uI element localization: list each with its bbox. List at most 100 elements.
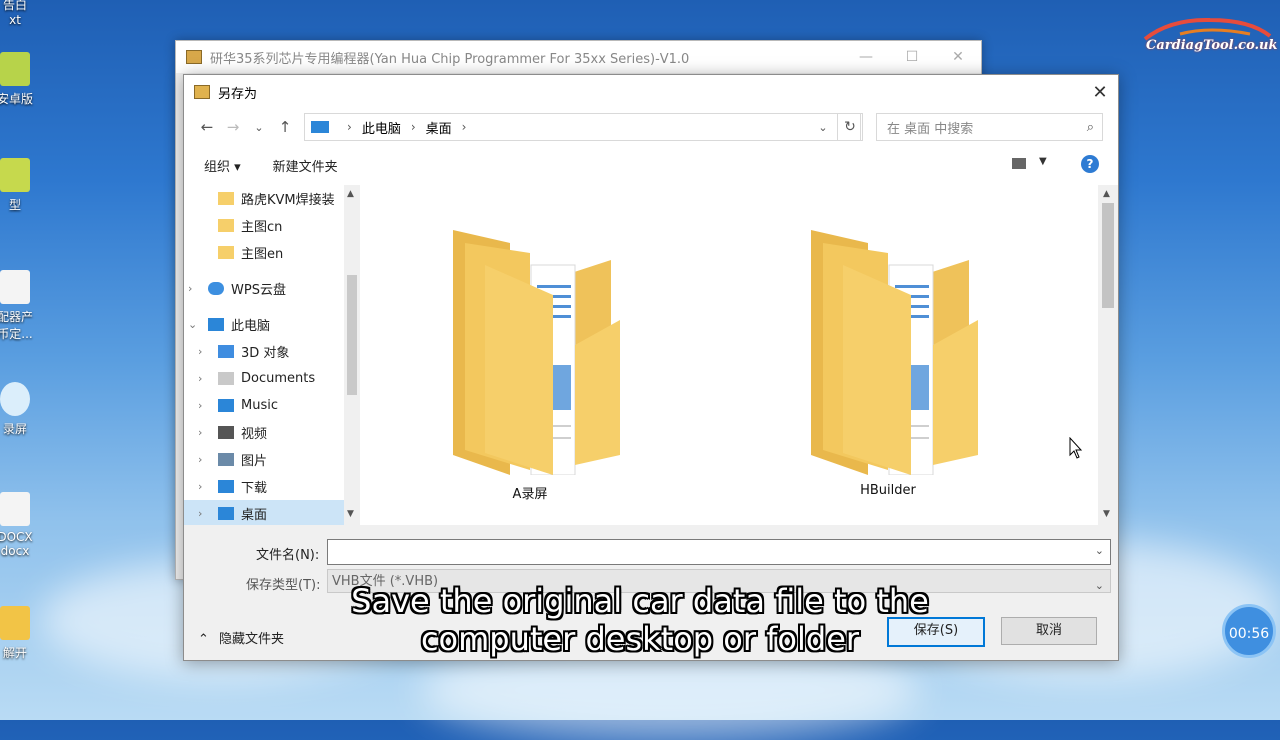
recording-timer[interactable]: 00:56: [1222, 604, 1276, 658]
brand-logo: CardiagTool.co.uk: [1140, 14, 1278, 60]
dialog-title: 另存为: [218, 86, 258, 102]
navigation-bar: ← → ⌄ ↑ › 此电脑 › 桌面 › ⌄ ↻ 在 桌面 中搜索 ⌕: [184, 109, 1118, 145]
expand-chevron-icon[interactable]: ›: [198, 507, 218, 520]
filename-dropdown-icon[interactable]: ⌄: [1095, 544, 1104, 557]
nav-item-label: 主图en: [241, 246, 284, 262]
music-icon: [218, 398, 234, 412]
nav-scrollbar[interactable]: ▲ ▼: [344, 185, 360, 525]
breadcrumb-separator: ›: [347, 120, 352, 134]
browser-area: 路虎KVM焊接装 主图cn 主图en › WPS云盘 ⌄ 此电脑 › 3D 对象 › Documen…: [184, 185, 1118, 526]
desktop-icon-label: 告白: [2, 0, 27, 12]
nav-item[interactable]: › 视频: [184, 419, 344, 445]
back-arrow-icon[interactable]: ←: [194, 118, 220, 136]
desktop-icon-item[interactable]: 录屏: [0, 382, 40, 437]
nav-item-label: 桌面: [241, 507, 268, 523]
nav-item[interactable]: 主图en: [184, 239, 344, 265]
expand-chevron-icon[interactable]: ›: [198, 453, 218, 466]
folder-icon: [218, 218, 234, 232]
scroll-down-icon[interactable]: ▼: [347, 509, 354, 519]
address-bar[interactable]: › 此电脑 › 桌面 › ⌄: [304, 113, 861, 141]
recent-locations-icon[interactable]: ⌄: [246, 121, 272, 134]
expand-chevron-icon[interactable]: ›: [198, 345, 218, 358]
address-dropdown-icon[interactable]: ⌄: [811, 120, 834, 134]
desktop-icon-item[interactable]: DOCX docx: [0, 492, 40, 558]
nav-item[interactable]: › 桌面: [184, 500, 344, 526]
up-arrow-icon[interactable]: ↑: [272, 118, 298, 136]
expand-chevron-icon[interactable]: ›: [198, 480, 218, 493]
search-input[interactable]: 在 桌面 中搜索 ⌕: [876, 113, 1103, 141]
nav-item[interactable]: 主图cn: [184, 212, 344, 238]
help-icon[interactable]: ?: [1081, 155, 1099, 173]
filename-input[interactable]: ⌄: [327, 539, 1111, 565]
pc-icon: [208, 317, 224, 331]
scroll-down-icon[interactable]: ▼: [1103, 509, 1110, 519]
desktop-icon-label: 币定...: [0, 327, 33, 341]
search-placeholder: 在 桌面 中搜索: [887, 121, 974, 137]
video-icon: [218, 425, 234, 439]
nav-item[interactable]: › 3D 对象: [184, 338, 344, 364]
breadcrumb-this-pc[interactable]: 此电脑: [362, 118, 401, 137]
view-options-icon[interactable]: [1012, 158, 1026, 169]
maximize-button[interactable]: ☐: [889, 49, 935, 65]
nav-item-label: 图片: [241, 453, 268, 469]
content-scroll-thumb[interactable]: [1102, 203, 1114, 308]
logo-text: CardiagTool.co.uk: [1146, 38, 1278, 53]
document-icon: [0, 492, 30, 526]
nav-item-label: WPS云盘: [231, 282, 286, 298]
organize-menu[interactable]: 组织 ▾: [204, 156, 241, 175]
3d-icon: [218, 344, 234, 358]
pc-icon: [311, 121, 329, 133]
desktop-icon-label: 配器产: [0, 310, 33, 324]
nav-item[interactable]: 路虎KVM焊接装: [184, 185, 344, 211]
document-icon: [218, 371, 234, 385]
nav-item-label: 3D 对象: [241, 345, 290, 361]
programmer-title: 研华35系列芯片专用编程器(Yan Hua Chip Programmer Fo…: [210, 51, 690, 67]
scroll-up-icon[interactable]: ▲: [347, 189, 354, 199]
nav-item[interactable]: › Documents: [184, 365, 344, 391]
nav-item[interactable]: ⌄ 此电脑: [184, 311, 344, 337]
folder-item[interactable]: A录屏: [435, 225, 625, 502]
download-icon: [218, 479, 234, 493]
nav-item[interactable]: › WPS云盘: [184, 275, 344, 301]
mouse-cursor-icon: [1069, 437, 1083, 459]
expand-chevron-icon[interactable]: ›: [198, 372, 218, 385]
close-button[interactable]: ✕: [935, 49, 981, 65]
document-icon: [0, 270, 30, 304]
desktop-icon-item[interactable]: 安卓版: [0, 52, 40, 107]
nav-item[interactable]: › 图片: [184, 446, 344, 472]
desktop-icon-item[interactable]: 告白 xt: [0, 0, 40, 27]
breadcrumb-desktop[interactable]: 桌面: [426, 118, 452, 137]
content-scrollbar[interactable]: ▲ ▼: [1098, 185, 1118, 525]
forward-arrow-icon[interactable]: →: [220, 118, 246, 136]
refresh-icon[interactable]: ↻: [837, 113, 863, 141]
expand-chevron-icon[interactable]: ›: [198, 426, 218, 439]
nav-item[interactable]: › 下载: [184, 473, 344, 499]
folder-icon: [218, 191, 234, 205]
nav-item[interactable]: › Music: [184, 392, 344, 418]
folder-icon: [811, 230, 978, 476]
nav-item-label: 路虎KVM焊接装: [241, 192, 335, 208]
expand-chevron-icon[interactable]: ⌄: [188, 318, 208, 331]
scroll-up-icon[interactable]: ▲: [1103, 189, 1110, 199]
nav-item-label: Music: [241, 397, 278, 413]
folder-name: A录屏: [512, 487, 548, 502]
desktop-icon-label: DOCX: [0, 530, 33, 544]
nav-item-label: 主图cn: [241, 219, 283, 235]
programmer-title-bar: 研华35系列芯片专用编程器(Yan Hua Chip Programmer Fo…: [176, 41, 981, 73]
folder-item[interactable]: HBuilder: [793, 225, 983, 498]
minimize-button[interactable]: —: [843, 49, 889, 65]
view-dropdown-icon[interactable]: ▼: [1039, 156, 1047, 167]
folder-icon: [218, 245, 234, 259]
nav-scroll-thumb[interactable]: [347, 275, 357, 395]
desktop-icon-item[interactable]: 型: [0, 158, 40, 213]
new-folder-button[interactable]: 新建文件夹: [273, 156, 338, 175]
desktop-icon-item[interactable]: 配器产币定...: [0, 270, 40, 342]
breadcrumb-separator: ›: [410, 120, 416, 134]
navigation-pane: 路虎KVM焊接装 主图cn 主图en › WPS云盘 ⌄ 此电脑 › 3D 对象 › Documen…: [184, 185, 344, 526]
expand-chevron-icon[interactable]: ›: [188, 282, 208, 295]
expand-chevron-icon[interactable]: ›: [198, 399, 218, 412]
dialog-close-button[interactable]: ✕: [1082, 82, 1118, 103]
desktop-icon-label: 录屏: [2, 422, 27, 436]
picture-icon: [218, 452, 234, 466]
filename-label: 文件名(N):: [256, 548, 320, 563]
